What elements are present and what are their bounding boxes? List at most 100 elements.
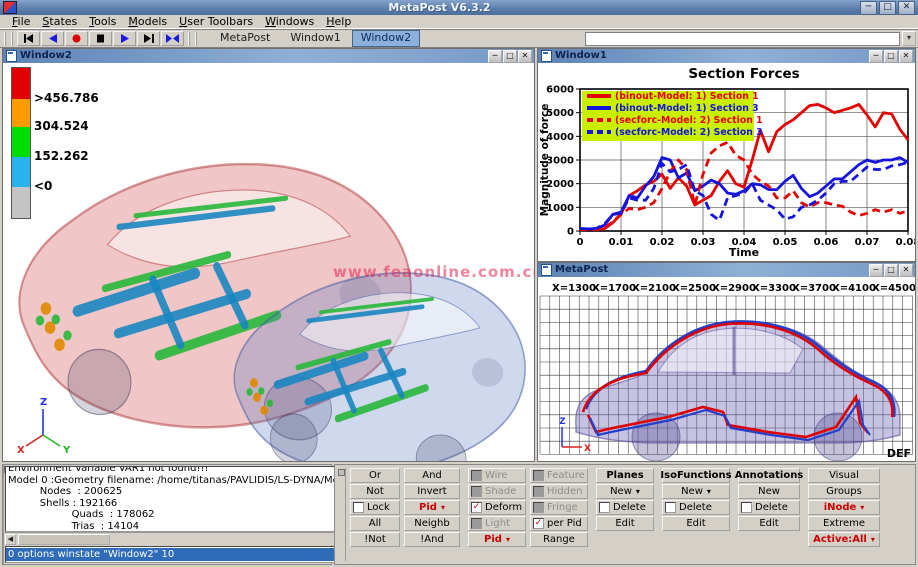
tab-window1[interactable]: Window1	[281, 30, 349, 47]
panel-edit-button[interactable]: Edit	[738, 516, 800, 531]
metapost-close-button[interactable]: ✕	[899, 264, 913, 277]
panel-range-button[interactable]: Range	[530, 532, 588, 547]
menu-models[interactable]: Models	[122, 15, 173, 28]
panel-new-button[interactable]: New▾	[596, 484, 654, 499]
window1-maximize-button[interactable]: □	[884, 50, 898, 63]
panel-grip[interactable]	[337, 468, 346, 561]
playback-last-button[interactable]	[137, 31, 160, 46]
tab-window2[interactable]: Window2	[352, 30, 420, 47]
scroll-left-icon[interactable]: ◀	[5, 534, 16, 545]
panel-delete-button[interactable]: Delete	[662, 500, 730, 515]
svg-text:0.07: 0.07	[855, 237, 880, 248]
panel-invert-button[interactable]: Invert	[404, 484, 460, 499]
panel-new-button[interactable]: New	[738, 484, 800, 499]
panel-inode-button[interactable]: iNode▾	[808, 500, 880, 515]
panel-label: Invert	[417, 486, 446, 497]
svg-text:X=1700: X=1700	[592, 283, 636, 294]
panel-pid-button[interactable]: Pid▾	[404, 500, 460, 515]
panel-delete-button[interactable]: Delete	[738, 500, 800, 515]
panel-label: New	[681, 486, 703, 497]
panel-deform-button[interactable]: ✓Deform	[468, 500, 526, 515]
window1-minimize-button[interactable]: ─	[869, 50, 883, 63]
playback-bounce-button[interactable]	[161, 31, 184, 46]
menu-file[interactable]: File	[6, 15, 36, 28]
svg-text:0.01: 0.01	[609, 237, 634, 248]
app-close-button[interactable]: ✕	[898, 1, 915, 15]
menu-states[interactable]: States	[36, 15, 83, 28]
toolbar-scroll-button[interactable]: ▾	[902, 31, 916, 46]
window2-close-button[interactable]: ✕	[518, 50, 532, 63]
legend-segment-4	[12, 187, 30, 218]
playback-first-button[interactable]	[17, 31, 40, 46]
menu-user-toolbars[interactable]: User Toolbars	[173, 15, 259, 28]
svg-text:X: X	[17, 445, 25, 456]
metapost-maximize-button[interactable]: □	[884, 264, 898, 277]
playback-record-button[interactable]	[65, 31, 88, 46]
playback-play-backward-button[interactable]	[41, 31, 64, 46]
panel-label: Lock	[367, 502, 390, 513]
window2-titlebar[interactable]: Window2 ─ □ ✕	[3, 49, 534, 63]
panel-and-button[interactable]: And	[404, 468, 460, 483]
panel-neighb-button[interactable]: Neighb	[404, 516, 460, 531]
app-minimize-button[interactable]: ─	[860, 1, 877, 15]
window2-canvas[interactable]: ZXY >456.786304.524152.262<0 www.feaonli…	[3, 63, 534, 461]
panel-new-button[interactable]: New▾	[662, 484, 730, 499]
dropdown-arrow-icon: ▾	[871, 536, 875, 544]
legend-label-3: <0	[34, 179, 52, 193]
panel-label: Neighb	[414, 518, 449, 529]
dropdown-arrow-icon: ▾	[860, 504, 864, 512]
svg-text:(binout-Model: 1) Section 3: (binout-Model: 1) Section 3	[615, 103, 759, 114]
panel-label: Shade	[485, 486, 516, 497]
panel-or-button[interactable]: Or	[350, 468, 400, 483]
metapost-window-canvas[interactable]: X=1300X=1700X=2100X=2500X=2900X=3300X=37…	[538, 277, 915, 461]
window2-minimize-button[interactable]: ─	[488, 50, 502, 63]
panel-and-button[interactable]: !And	[404, 532, 460, 547]
menu-help[interactable]: Help	[320, 15, 357, 28]
panel-lock-button[interactable]: Lock	[350, 500, 400, 515]
svg-text:0.08: 0.08	[896, 237, 915, 248]
svg-text:0.06: 0.06	[814, 237, 839, 248]
panel-groups-button[interactable]: Groups	[808, 484, 880, 499]
window1-canvas[interactable]: 00.010.020.030.040.050.060.070.080100020…	[538, 63, 915, 261]
checked-checkbox-icon[interactable]: ✓	[471, 502, 482, 513]
panel-edit-button[interactable]: Edit	[596, 516, 654, 531]
panel-edit-button[interactable]: Edit	[662, 516, 730, 531]
legend-label-1: 304.524	[34, 119, 89, 133]
panel-fringe-button: Fringe	[530, 500, 588, 515]
panel-isofunctions-header: IsoFunctions	[662, 468, 730, 483]
window1-titlebar[interactable]: Window1 ─ □ ✕	[538, 49, 915, 63]
panel-delete-button[interactable]: Delete	[596, 500, 654, 515]
panel-per-pid-button[interactable]: ✓per Pid	[530, 516, 588, 531]
unchecked-checkbox-icon[interactable]	[599, 502, 610, 513]
menu-windows[interactable]: Windows	[259, 15, 320, 28]
playback-stop-button[interactable]	[89, 31, 112, 46]
panel-active-all-button[interactable]: Active:All▾	[808, 532, 880, 547]
tabbar-grip[interactable]	[188, 32, 197, 46]
metapost-minimize-button[interactable]: ─	[869, 264, 883, 277]
menu-tools[interactable]: Tools	[83, 15, 122, 28]
panel-extreme-button[interactable]: Extreme	[808, 516, 880, 531]
panel-label: iNode	[824, 502, 857, 513]
window1-close-button[interactable]: ✕	[899, 50, 913, 63]
console-hscroll-thumb[interactable]	[18, 534, 110, 545]
panel-label: Wire	[485, 470, 508, 481]
checked-checkbox-icon[interactable]: ✓	[533, 518, 544, 529]
tab-metapost[interactable]: MetaPost	[211, 30, 279, 47]
panel-label: Edit	[615, 518, 634, 529]
metapost-window-titlebar[interactable]: MetaPost ─ □ ✕	[538, 263, 915, 277]
playback-play-button[interactable]	[113, 31, 136, 46]
panel-not-button[interactable]: !Not	[350, 532, 400, 547]
toolbar-input[interactable]	[585, 32, 900, 46]
panel-all-button[interactable]: All	[350, 516, 400, 531]
console-grip[interactable]	[3, 465, 4, 564]
panel-not-button[interactable]: Not	[350, 484, 400, 499]
panel-label: Planes	[606, 470, 643, 481]
toolbar-grip[interactable]	[4, 32, 13, 46]
unchecked-checkbox-icon[interactable]	[353, 502, 364, 513]
window2-maximize-button[interactable]: □	[503, 50, 517, 63]
panel-visual-button[interactable]: Visual	[808, 468, 880, 483]
panel-pid-button[interactable]: Pid▾	[468, 532, 526, 547]
app-maximize-button[interactable]: □	[879, 1, 896, 15]
unchecked-checkbox-icon[interactable]	[741, 502, 752, 513]
unchecked-checkbox-icon[interactable]	[665, 502, 676, 513]
